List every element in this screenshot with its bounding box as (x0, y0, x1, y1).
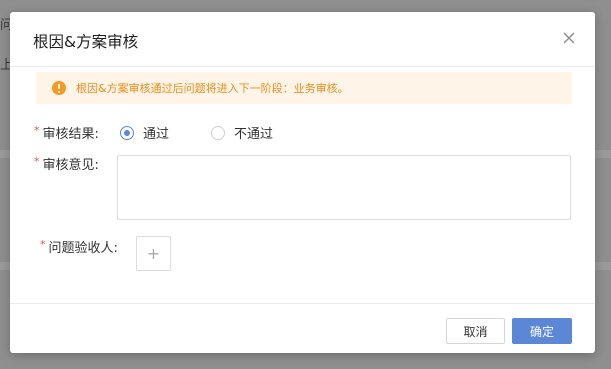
info-alert: 根因&方案审核通过后问题将进入下一阶段：业务审核。 (36, 72, 572, 104)
plus-icon: + (146, 244, 161, 263)
dialog-title: 根因&方案审核 (33, 33, 139, 51)
acceptor-row: * 问题验收人: (40, 237, 118, 256)
warning-icon (52, 81, 66, 95)
radio-pass[interactable]: 通过 (120, 123, 169, 142)
dialog-footer: 取消 确定 (10, 303, 595, 354)
required-mark: * (34, 155, 40, 168)
alert-text: 根因&方案审核通过后问题将进入下一阶段：业务审核。 (76, 82, 349, 95)
review-opinion-row: * 审核意见: (34, 154, 99, 173)
close-button[interactable] (561, 30, 577, 46)
review-result-label: 审核结果: (42, 127, 99, 142)
required-mark: * (40, 238, 46, 251)
add-acceptor-button[interactable]: + (136, 236, 171, 271)
radio-pass-label: 通过 (143, 127, 170, 142)
radio-fail-label: 不通过 (234, 127, 274, 142)
cancel-button[interactable]: 取消 (446, 318, 505, 344)
review-dialog: 根因&方案审核 根因&方案审核通过后问题将进入下一阶段：业务审核。 * 审核结果… (10, 12, 595, 353)
radio-fail-circle[interactable] (211, 125, 226, 140)
close-icon (563, 32, 575, 44)
confirm-button[interactable]: 确定 (512, 318, 572, 344)
radio-pass-circle[interactable] (120, 125, 134, 140)
acceptor-label: 问题验收人: (48, 241, 118, 256)
review-opinion-label: 审核意见: (42, 158, 99, 173)
required-mark: * (34, 124, 40, 137)
radio-fail[interactable]: 不通过 (211, 123, 273, 142)
dialog-header: 根因&方案审核 (10, 12, 595, 67)
review-result-row: * 审核结果: (34, 123, 99, 142)
review-result-options: 通过 不通过 (120, 123, 315, 142)
review-opinion-input[interactable] (117, 155, 571, 220)
